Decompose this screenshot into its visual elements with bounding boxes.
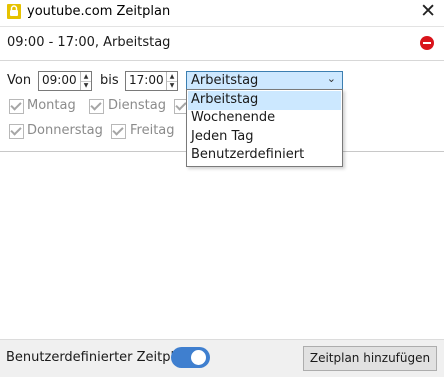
dropdown-option[interactable]: Wochenende [188, 109, 341, 128]
day-label-dienstag: Dienstag [108, 98, 166, 113]
checkbox-montag[interactable] [9, 99, 24, 114]
schedule-item[interactable]: 09:00 - 17:00, Arbeitstag [0, 26, 444, 61]
checkbox-donnerstag[interactable] [9, 124, 24, 139]
day-label-donnerstag: Donnerstag [27, 123, 103, 138]
day-label-freitag: Freitag [130, 123, 175, 138]
to-time-input[interactable]: 17:00 ▲ ▼ [125, 71, 178, 91]
lock-app-icon [7, 4, 21, 19]
to-time-spinner[interactable]: ▲ ▼ [166, 72, 177, 90]
spin-down-icon[interactable]: ▼ [167, 81, 177, 90]
window-title: youtube.com Zeitplan [27, 4, 171, 19]
preset-select[interactable]: Arbeitstag ⌄ [186, 71, 343, 91]
option-label: Arbeitstag [191, 92, 259, 107]
custom-schedule-toggle[interactable] [171, 347, 210, 368]
dropdown-option[interactable]: Arbeitstag [188, 91, 341, 110]
footer-bar: Benutzerdefinierter Zeitplan Zeitplan hi… [0, 339, 444, 377]
remove-icon[interactable] [420, 36, 434, 50]
day-label-montag: Montag [27, 98, 76, 113]
preset-dropdown-list[interactable]: Arbeitstag Wochenende Jeden Tag Benutzer… [186, 89, 343, 167]
dropdown-option[interactable]: Benutzerdefiniert [188, 146, 341, 165]
from-time-spinner[interactable]: ▲ ▼ [80, 72, 91, 90]
close-icon[interactable]: ✕ [420, 1, 436, 21]
to-label: bis [100, 73, 119, 88]
checkbox-dienstag[interactable] [89, 99, 104, 114]
option-label: Benutzerdefiniert [191, 147, 305, 162]
option-label: Jeden Tag [191, 129, 254, 144]
from-label: Von [7, 73, 32, 88]
to-time-value: 17:00 [129, 73, 164, 87]
chevron-down-icon: ⌄ [326, 72, 336, 85]
from-time-value: 09:00 [42, 73, 77, 87]
preset-selected-value: Arbeitstag [191, 73, 259, 88]
schedule-summary: 09:00 - 17:00, Arbeitstag [7, 35, 171, 50]
checkbox-freitag[interactable] [111, 124, 126, 139]
from-time-input[interactable]: 09:00 ▲ ▼ [38, 71, 92, 91]
custom-schedule-label: Benutzerdefinierter Zeitplan [6, 350, 191, 365]
dropdown-option[interactable]: Jeden Tag [188, 128, 341, 147]
option-label: Wochenende [191, 110, 276, 125]
title-bar: youtube.com Zeitplan ✕ [0, 0, 444, 24]
spin-down-icon[interactable]: ▼ [81, 81, 91, 90]
add-schedule-button[interactable]: Zeitplan hinzufügen [303, 346, 437, 371]
